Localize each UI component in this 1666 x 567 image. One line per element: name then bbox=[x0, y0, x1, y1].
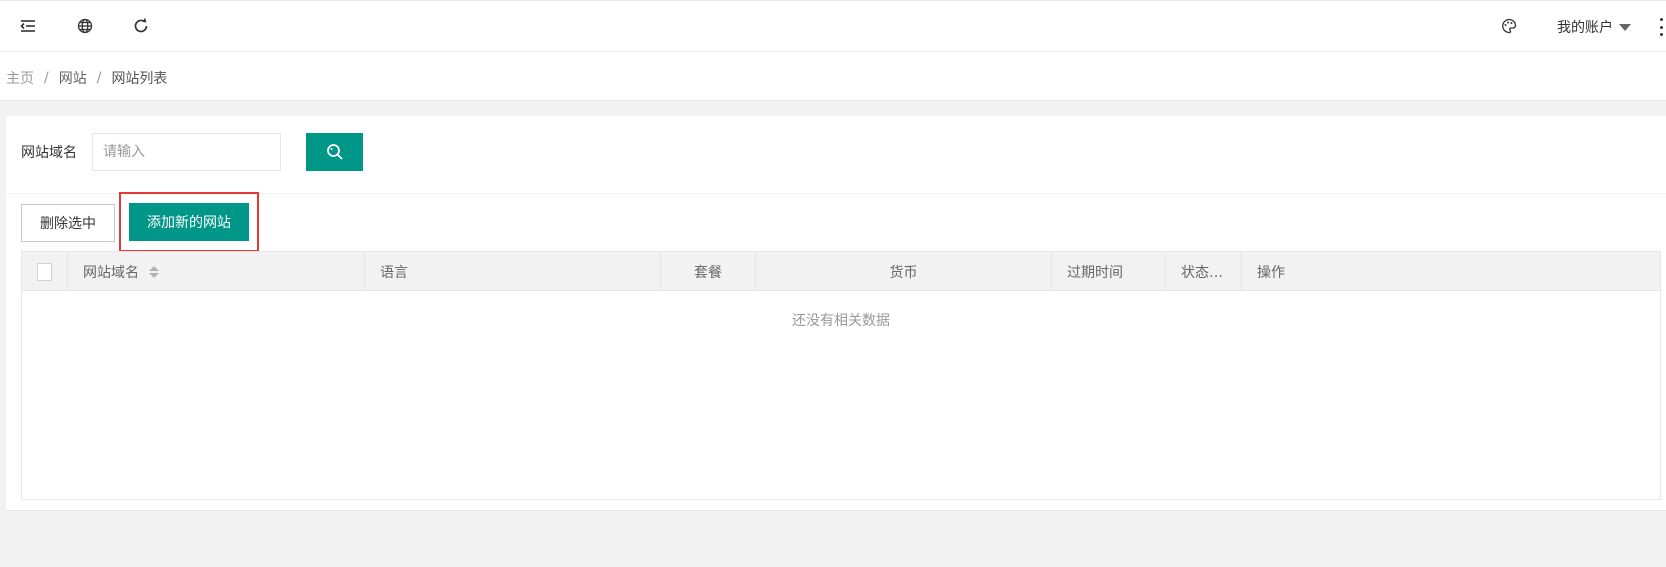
column-header-label: 过期时间 bbox=[1067, 264, 1123, 281]
breadcrumb-home[interactable]: 主页 bbox=[6, 68, 34, 88]
column-header-actions: 操作 bbox=[1242, 252, 1660, 291]
search-icon bbox=[326, 144, 343, 160]
breadcrumb-separator: / bbox=[96, 70, 102, 86]
account-label: 我的账户 bbox=[1557, 20, 1613, 36]
column-header-label: 操作 bbox=[1257, 264, 1285, 281]
column-header-plan: 套餐 bbox=[661, 252, 756, 291]
breadcrumb-current: 网站列表 bbox=[111, 71, 168, 87]
column-header-status: 状态… bbox=[1166, 252, 1242, 291]
breadcrumb: 主页 / 网站 / 网站列表 bbox=[6, 68, 167, 88]
column-header-label: 货币 bbox=[889, 264, 918, 281]
column-header-label: 语言 bbox=[380, 264, 408, 281]
column-header-label: 网站域名 bbox=[83, 264, 139, 281]
column-header-label: 套餐 bbox=[694, 264, 722, 281]
select-all-checkbox[interactable] bbox=[37, 262, 52, 281]
search-form: 网站域名 bbox=[6, 116, 1666, 194]
breadcrumb-website[interactable]: 网站 bbox=[59, 68, 87, 88]
menu-fold-icon[interactable] bbox=[17, 15, 39, 37]
delete-selected-button[interactable]: 删除选中 bbox=[21, 204, 115, 242]
domain-search-input[interactable] bbox=[92, 133, 281, 171]
add-website-button[interactable]: 添加新的网站 bbox=[129, 203, 249, 241]
chevron-down-icon bbox=[1619, 23, 1631, 31]
refresh-icon[interactable] bbox=[130, 15, 152, 37]
search-label: 网站域名 bbox=[21, 145, 77, 161]
website-table: 网站域名 语言 套餐 货币 过期时间 状态… 操作 还没有相关数据 bbox=[21, 251, 1661, 500]
column-header-expire-time: 过期时间 bbox=[1052, 252, 1166, 291]
globe-icon[interactable] bbox=[74, 15, 96, 37]
sort-icon[interactable] bbox=[149, 265, 159, 278]
more-vertical-icon[interactable] bbox=[1658, 18, 1664, 36]
column-header-language: 语言 bbox=[365, 252, 661, 291]
column-header-label: 状态… bbox=[1181, 264, 1223, 281]
column-header-currency: 货币 bbox=[756, 252, 1052, 291]
select-all-cell bbox=[22, 252, 68, 291]
top-header: 我的账户 bbox=[0, 0, 1666, 52]
content-card: 网站域名 删除选中 添加新的网站 网站域名 语言 套餐 货币 bbox=[6, 116, 1666, 511]
breadcrumb-separator: / bbox=[44, 70, 49, 86]
empty-state-text: 还没有相关数据 bbox=[792, 313, 890, 329]
table-header: 网站域名 语言 套餐 货币 过期时间 状态… 操作 bbox=[22, 252, 1660, 291]
breadcrumb-bar: 主页 / 网站 / 网站列表 bbox=[0, 52, 1666, 101]
palette-icon[interactable] bbox=[1498, 15, 1520, 37]
search-button[interactable] bbox=[306, 133, 363, 171]
column-header-domain[interactable]: 网站域名 bbox=[68, 252, 365, 291]
account-menu[interactable]: 我的账户 bbox=[1557, 17, 1631, 37]
